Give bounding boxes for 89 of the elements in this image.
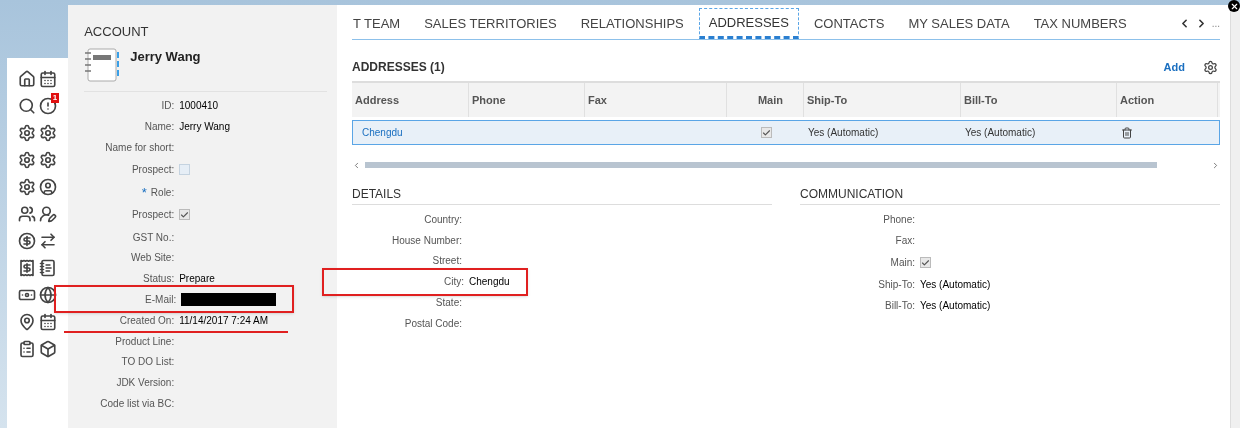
column-header[interactable]: Main (727, 83, 804, 117)
calendar-icon[interactable] (39, 313, 58, 331)
section-title: COMMUNICATION (800, 185, 1220, 205)
field-label: Prospect: (131, 208, 175, 223)
field-value: Yes (Automatic) (920, 299, 991, 314)
people-list-icon[interactable] (18, 205, 36, 223)
settings-icon[interactable] (18, 124, 36, 142)
field-label: Product Line: (115, 334, 175, 349)
receipt-icon[interactable] (18, 259, 36, 277)
required-asterisk: * (141, 185, 147, 199)
column-header[interactable]: Action (1117, 83, 1218, 117)
field-label: Bill-To: (885, 299, 915, 314)
column-header[interactable]: Fax (585, 83, 727, 117)
settings-icon[interactable] (18, 178, 36, 196)
tab[interactable]: ADDRESSES (698, 8, 799, 39)
field-label: State: (435, 296, 462, 311)
field-label: Main: (890, 256, 915, 271)
field-label: City: (444, 275, 464, 290)
account-name: Jerry Wang (130, 47, 201, 66)
column-header[interactable]: Address (352, 83, 469, 117)
field-label: Ship-To: (878, 278, 915, 293)
home-icon[interactable] (18, 70, 36, 88)
notebook-icon[interactable] (39, 259, 58, 277)
settings-icon[interactable] (39, 124, 58, 142)
field-label: Name for short: (105, 141, 175, 155)
field-label: ID: (161, 99, 175, 114)
user-icon[interactable] (39, 178, 58, 196)
calendar-icon[interactable] (39, 70, 58, 88)
horizontal-scrollbar[interactable] (365, 162, 1157, 168)
settings-icon[interactable] (39, 151, 58, 169)
column-header[interactable]: Bill-To (961, 83, 1117, 117)
field-label: Postal Code: (404, 316, 462, 331)
field-label: E-Mail: (145, 293, 177, 307)
more-tabs[interactable]: ... (1211, 18, 1220, 29)
delete-icon[interactable] (1121, 126, 1133, 139)
field-label: Code list via BC: (100, 396, 175, 411)
checkbox[interactable] (761, 127, 772, 138)
tab[interactable]: SALES TERRITORIES (415, 8, 566, 39)
field-label: Phone: (883, 212, 915, 227)
transfer-icon[interactable] (39, 232, 58, 250)
table-cell-text: Yes (Automatic) (807, 126, 880, 140)
field-label: Created On: (119, 314, 175, 329)
field-label: JDK Version: (116, 376, 175, 391)
table-cell-text: Yes (Automatic) (964, 126, 1037, 140)
field-label: House Number: (391, 233, 462, 248)
section-title: DETAILS (352, 185, 772, 205)
tab[interactable]: RELATIONSHIPS (571, 8, 693, 39)
checkbox[interactable] (179, 164, 191, 176)
clipboard-icon[interactable] (18, 340, 36, 358)
dollar-icon[interactable] (18, 232, 36, 250)
field-value: Chengdu (469, 275, 510, 290)
add-link[interactable]: Add (1163, 58, 1185, 76)
box-icon[interactable] (39, 340, 58, 358)
field-label: Country: (424, 212, 462, 227)
settings-icon[interactable] (1203, 59, 1218, 75)
tab[interactable]: TAX NUMBERS (1024, 8, 1136, 39)
field-label: Web Site: (131, 251, 175, 266)
alert-icon[interactable] (39, 97, 58, 115)
field-value: 1000410 (179, 99, 219, 114)
close-icon[interactable] (1228, 0, 1240, 12)
search-icon[interactable] (18, 97, 36, 115)
column-header[interactable]: Phone (469, 83, 585, 117)
notification-badge: 1 (50, 93, 60, 103)
field-value: 11/14/2017 7:24 AM (179, 314, 268, 329)
field-label: Street: (432, 254, 462, 269)
tab[interactable]: CONTACTS (804, 8, 894, 39)
vertical-scrollbar[interactable] (1230, 10, 1240, 428)
contact-icon[interactable] (39, 205, 58, 223)
column-header[interactable]: Ship-To (804, 83, 961, 117)
address-link[interactable]: Chengdu (353, 125, 470, 140)
field-label: Status: (143, 272, 175, 287)
tab[interactable]: MY SALES DATA (899, 8, 1019, 39)
checkbox[interactable] (920, 257, 931, 269)
field-label: Prospect: (131, 163, 175, 178)
field-label: Role: (150, 185, 175, 200)
field-value: Prepare (179, 272, 215, 287)
field-label: TO DO List: (121, 355, 175, 370)
field-label: Name: (144, 120, 175, 135)
field-value: Yes (Automatic) (920, 278, 991, 293)
field-label: GST No.: (132, 230, 175, 245)
table-row[interactable]: Chengdu Yes (Automatic) Yes (Automatic) (352, 120, 1220, 145)
section-title: ACCOUNT (84, 23, 150, 41)
checkbox[interactable] (179, 209, 191, 221)
settings-icon[interactable] (18, 151, 36, 169)
field-label: Fax: (895, 233, 915, 248)
field-value: Jerry Wang (179, 120, 230, 135)
tab[interactable]: T TEAM (352, 8, 410, 39)
section-title: ADDRESSES (1) (352, 59, 445, 76)
map-pin-icon[interactable] (18, 313, 36, 331)
